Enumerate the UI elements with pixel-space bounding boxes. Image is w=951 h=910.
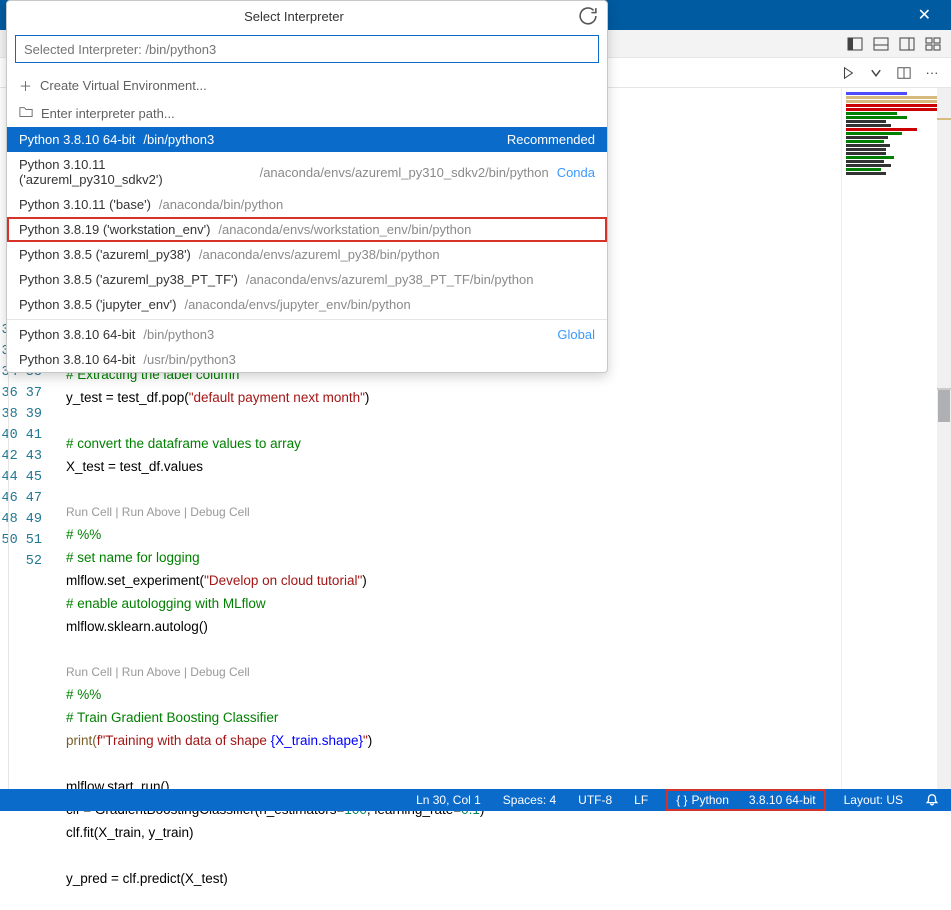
interpreter-search-input[interactable] — [15, 35, 599, 63]
interpreter-path: /anaconda/envs/workstation_env/bin/pytho… — [218, 222, 471, 237]
refresh-icon[interactable] — [579, 7, 597, 25]
interpreter-item[interactable]: Python 3.8.5 ('azureml_py38') /anaconda/… — [7, 242, 607, 267]
code-line: # convert the dataframe values to array — [66, 436, 301, 451]
close-button[interactable]: ✕ — [906, 1, 943, 29]
interpreter-item[interactable]: Python 3.8.5 ('azureml_py38_PT_TF') /ana… — [7, 267, 607, 292]
scrollbar-thumb[interactable] — [938, 388, 950, 422]
action-label: Create Virtual Environment... — [40, 78, 207, 93]
status-cursor-position[interactable]: Ln 30, Col 1 — [412, 789, 485, 811]
code-line: mlflow.sklearn.autolog() — [66, 619, 208, 634]
status-indent[interactable]: Spaces: 4 — [499, 789, 560, 811]
action-label: Enter interpreter path... — [41, 106, 175, 121]
interpreter-path: /usr/bin/python3 — [143, 352, 236, 367]
codelens[interactable]: Run Cell | Run Above | Debug Cell — [66, 665, 250, 679]
code-line: # Train Gradient Boosting Classifier — [66, 710, 278, 725]
status-encoding[interactable]: UTF-8 — [574, 789, 616, 811]
interpreter-path: /anaconda/envs/azureml_py310_sdkv2/bin/p… — [260, 165, 549, 180]
interpreter-name: Python 3.8.5 ('jupyter_env') — [19, 297, 176, 312]
interpreter-name: Python 3.8.10 64-bit — [19, 352, 135, 367]
interpreter-path: /anaconda/envs/azureml_py38_PT_TF/bin/py… — [246, 272, 534, 287]
more-actions-icon[interactable]: ··· — [923, 64, 941, 82]
interpreter-name: Python 3.8.5 ('azureml_py38') — [19, 247, 191, 262]
interpreter-item[interactable]: Python 3.10.11 ('base') /anaconda/bin/py… — [7, 192, 607, 217]
interpreter-item[interactable]: Python 3.8.5 ('jupyter_env') /anaconda/e… — [7, 292, 607, 317]
interpreter-path: /anaconda/bin/python — [159, 197, 283, 212]
interpreter-tag: Global — [557, 327, 595, 342]
separator — [7, 319, 607, 320]
select-interpreter-panel: Select Interpreter ＋ Create Virtual Envi… — [6, 0, 608, 373]
code-line: y_pred = clf.predict(X_test) — [66, 871, 228, 886]
interpreter-name: Python 3.8.19 ('workstation_env') — [19, 222, 210, 237]
status-eol[interactable]: LF — [630, 789, 652, 811]
status-language-highlight: { } Python 3.8.10 64-bit — [666, 789, 825, 811]
interpreter-name: Python 3.8.10 64-bit — [19, 327, 135, 342]
code-line: clf.fit(X_train, y_train) — [66, 825, 194, 840]
interpreter-path: /bin/python3 — [143, 327, 214, 342]
interpreter-path: /anaconda/envs/azureml_py38/bin/python — [199, 247, 440, 262]
notifications-icon[interactable] — [921, 789, 943, 811]
braces-icon: { } — [676, 793, 687, 807]
interpreter-item[interactable]: Python 3.8.10 64-bit /usr/bin/python3 — [7, 347, 607, 372]
interpreter-tag: Conda — [557, 165, 595, 180]
minimap[interactable] — [841, 88, 951, 789]
scroll-mark — [937, 388, 951, 390]
enter-interpreter-path[interactable]: Enter interpreter path... — [7, 100, 607, 127]
status-bar: Ln 30, Col 1 Spaces: 4 UTF-8 LF { } Pyth… — [0, 789, 951, 811]
status-layout[interactable]: Layout: US — [840, 789, 907, 811]
language-label: Python — [692, 793, 729, 807]
layout-grid-icon[interactable] — [923, 34, 943, 54]
interpreter-name: Python 3.8.5 ('azureml_py38_PT_TF') — [19, 272, 238, 287]
codelens[interactable]: Run Cell | Run Above | Debug Cell — [66, 505, 250, 519]
code-line: mlflow.set_experiment("Develop on cloud … — [66, 573, 367, 588]
interpreter-item[interactable]: Python 3.10.11 ('azureml_py310_sdkv2') /… — [7, 152, 607, 192]
split-editor-icon[interactable] — [895, 64, 913, 82]
plus-icon: ＋ — [19, 76, 32, 95]
scroll-mark — [937, 118, 951, 120]
code-line: # %% — [66, 687, 101, 702]
code-line: y_test = test_df.pop("default payment ne… — [66, 390, 369, 405]
code-line: # enable autologging with MLflow — [66, 596, 266, 611]
interpreter-tag: Recommended — [507, 132, 595, 147]
interpreter-name: Python 3.10.11 ('azureml_py310_sdkv2') — [19, 157, 252, 187]
status-python-version[interactable]: 3.8.10 64-bit — [745, 789, 820, 811]
code-line: # set name for logging — [66, 550, 200, 565]
code-line: print(f"Training with data of shape {X_t… — [66, 733, 372, 748]
panel-right-icon[interactable] — [897, 34, 917, 54]
code-line: # %% — [66, 527, 101, 542]
interpreter-path: /anaconda/envs/jupyter_env/bin/python — [184, 297, 410, 312]
interpreter-name: Python 3.10.11 ('base') — [19, 197, 151, 212]
status-language[interactable]: { } Python — [672, 789, 733, 811]
panel-bottom-icon[interactable] — [871, 34, 891, 54]
run-icon[interactable] — [839, 64, 857, 82]
interpreter-path: /bin/python3 — [143, 132, 214, 147]
vertical-scrollbar[interactable] — [937, 88, 951, 789]
folder-icon — [19, 105, 33, 122]
panel-left-icon[interactable] — [845, 34, 865, 54]
interpreter-item-workstation-env[interactable]: Python 3.8.19 ('workstation_env') /anaco… — [7, 217, 607, 242]
quickpick-title: Select Interpreter — [17, 9, 571, 24]
interpreter-item[interactable]: Python 3.8.10 64-bit /bin/python3 Recomm… — [7, 127, 607, 152]
create-virtual-env[interactable]: ＋ Create Virtual Environment... — [7, 71, 607, 100]
run-dropdown-icon[interactable] — [867, 64, 885, 82]
interpreter-name: Python 3.8.10 64-bit — [19, 132, 135, 147]
code-line: X_test = test_df.values — [66, 459, 203, 474]
interpreter-item[interactable]: Python 3.8.10 64-bit /bin/python3 Global — [7, 322, 607, 347]
indent-guide — [8, 320, 9, 790]
